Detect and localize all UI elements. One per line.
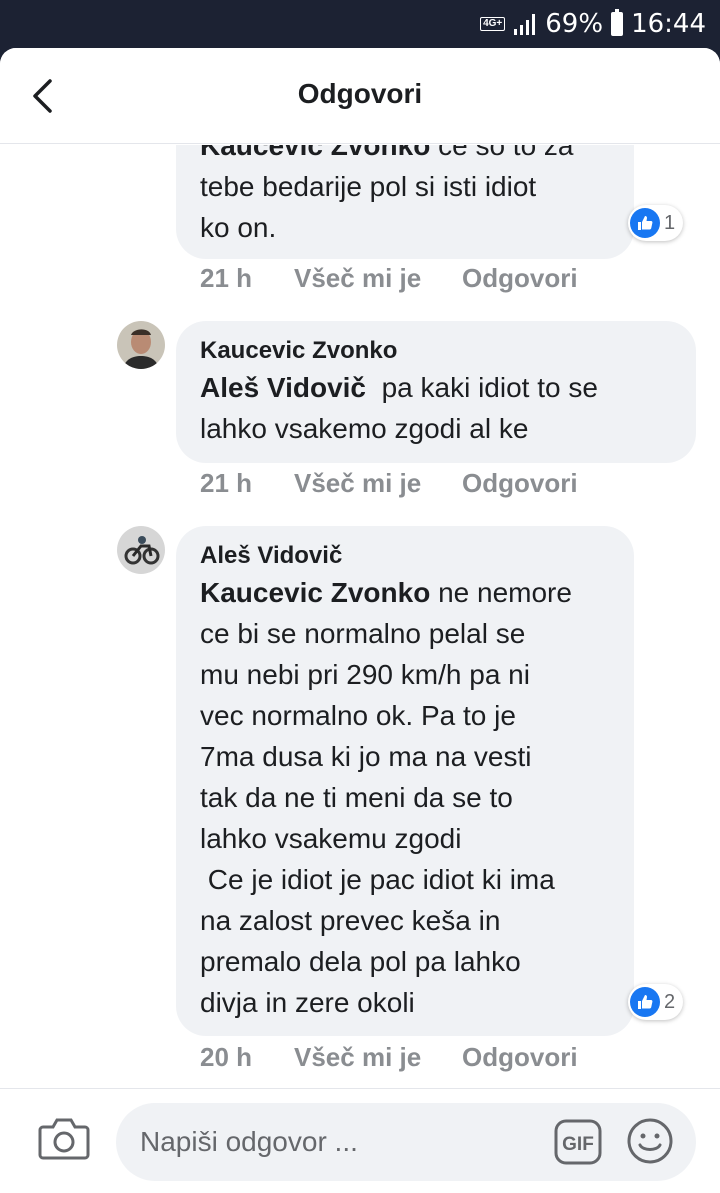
comment-meta: 21 h Všeč mi je Odgovori: [200, 468, 578, 499]
like-button[interactable]: Všeč mi je: [294, 263, 462, 294]
gif-label: GIF: [562, 1134, 594, 1155]
reply-composer: GIF: [0, 1088, 720, 1193]
camera-button[interactable]: [38, 1115, 90, 1161]
camera-icon: [38, 1118, 90, 1160]
comment-body: ne nemore ce bi se normalno pelal se mu …: [200, 577, 572, 1018]
comment-bubble[interactable]: Kaucevic Zvonko Aleš Vidovič pa kaki idi…: [176, 321, 696, 463]
avatar[interactable]: [117, 321, 165, 369]
mention-link[interactable]: Kaucevic Zvonko: [200, 145, 430, 161]
reply-input[interactable]: [140, 1103, 540, 1181]
status-bar: 4G+ 69% 16:44: [0, 0, 720, 48]
gif-button[interactable]: GIF: [554, 1119, 602, 1165]
comment-bubble[interactable]: Kaucevic Zvonko ce so to za tebe bedarij…: [176, 145, 634, 259]
mention-link[interactable]: Aleš Vidovič: [200, 372, 366, 403]
comment-text: Kaucevic Zvonko ne nemore ce bi se norma…: [200, 572, 610, 1023]
reaction-number: 1: [664, 211, 676, 234]
battery-icon: [611, 9, 624, 36]
clock: 16:44: [631, 9, 706, 39]
network-indicator: 4G+: [480, 17, 506, 31]
comment-time: 21 h: [200, 263, 253, 293]
comment-author[interactable]: Kaucevic Zvonko: [200, 335, 672, 367]
comment-bubble[interactable]: Aleš Vidovič Kaucevic Zvonko ne nemore c…: [176, 526, 634, 1036]
comment-text: Kaucevic Zvonko ce so to za tebe bedarij…: [200, 145, 610, 248]
smiley-icon: [627, 1118, 673, 1164]
avatar[interactable]: [117, 526, 165, 574]
header: Odgovori: [0, 48, 720, 144]
battery-percent: 69%: [545, 9, 604, 39]
reply-button[interactable]: Odgovori: [462, 1042, 578, 1073]
like-reaction-icon: [630, 208, 660, 238]
like-reaction-icon: [630, 987, 660, 1017]
reply-button[interactable]: Odgovori: [462, 263, 578, 294]
signal-icon: [514, 14, 536, 35]
reaction-number: 2: [664, 990, 676, 1013]
mention-link[interactable]: Kaucevic Zvonko: [200, 577, 430, 608]
like-button[interactable]: Všeč mi je: [294, 468, 462, 499]
comment-meta: 20 h Všeč mi je Odgovori: [200, 1042, 578, 1073]
page-title: Odgovori: [297, 78, 423, 109]
reaction-count[interactable]: 2: [628, 984, 684, 1020]
replies-sheet: Odgovori Kaucevic Zvonko ce so to za teb…: [0, 48, 720, 1193]
replies-list[interactable]: Kaucevic Zvonko ce so to za tebe bedarij…: [0, 145, 720, 1088]
comment-time: 20 h: [200, 1042, 253, 1072]
reply-button[interactable]: Odgovori: [462, 468, 578, 499]
comment-author[interactable]: Aleš Vidovič: [200, 540, 610, 572]
reaction-count[interactable]: 1: [628, 205, 684, 241]
comment-text: Aleš Vidovič pa kaki idiot to se lahko v…: [200, 367, 672, 449]
reply-input-pill: GIF: [116, 1103, 696, 1181]
emoji-button[interactable]: [626, 1117, 674, 1165]
like-button[interactable]: Všeč mi je: [294, 1042, 462, 1073]
comment-time: 21 h: [200, 468, 253, 498]
comment-meta: 21 h Všeč mi je Odgovori: [200, 263, 578, 294]
